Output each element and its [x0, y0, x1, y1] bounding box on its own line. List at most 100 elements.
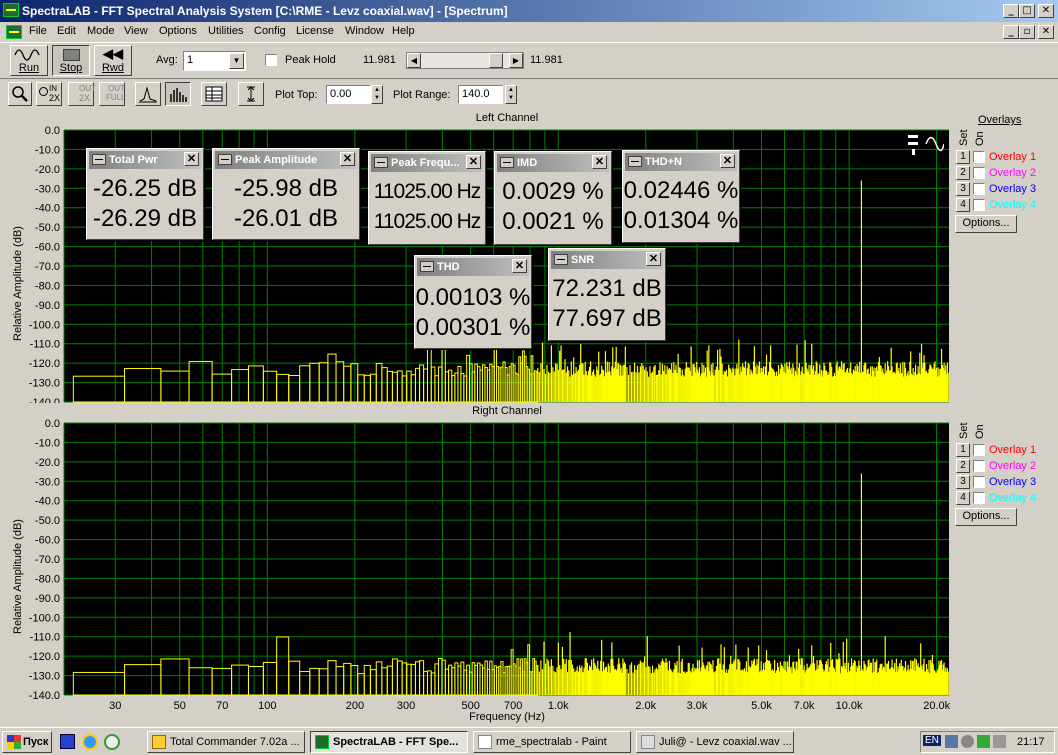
- language-indicator[interactable]: EN: [923, 735, 941, 746]
- thd-panel[interactable]: THD ✕ 0.00103 % 0.00301 %: [414, 255, 532, 349]
- peak-amplitude-panel[interactable]: Peak Amplitude ✕ -25.98 dB -26.01 dB: [212, 148, 360, 240]
- menu-help[interactable]: Help: [392, 25, 415, 37]
- on-label: On: [974, 424, 986, 439]
- child-minimize-button[interactable]: _: [1003, 25, 1019, 39]
- overlay-on-2[interactable]: [973, 167, 985, 179]
- close-icon[interactable]: ✕: [592, 155, 607, 169]
- chevron-down-icon[interactable]: ▼: [229, 53, 244, 69]
- menu-utilities[interactable]: Utilities: [208, 25, 243, 37]
- total-power-panel[interactable]: Total Pwr ✕ -26.25 dB -26.29 dB: [86, 148, 204, 240]
- child-restore-button[interactable]: ▫: [1019, 25, 1035, 39]
- menu-window[interactable]: Window: [345, 25, 384, 37]
- child-window-icon[interactable]: [6, 25, 22, 39]
- line-plot-button[interactable]: [135, 82, 161, 106]
- plot-range-spinner[interactable]: ▲ ▼: [505, 85, 517, 104]
- menu-file[interactable]: File: [29, 25, 47, 37]
- plot-top-input[interactable]: 0.00: [326, 85, 371, 104]
- y-tick-label: -80.0: [35, 280, 60, 292]
- thd-n-panel[interactable]: THD+N ✕ 0.02446 % 0.01304 %: [622, 150, 740, 243]
- meter-icon: [374, 157, 388, 168]
- overlay-set-1[interactable]: 1: [956, 443, 970, 457]
- snr-panel[interactable]: SNR ✕ 72.231 dB 77.697 dB: [548, 248, 666, 341]
- overlay-on-1[interactable]: [973, 444, 985, 456]
- overlay-set-4[interactable]: 4: [956, 491, 970, 505]
- volume-icon[interactable]: [993, 735, 1006, 748]
- scroll-thumb[interactable]: [489, 53, 504, 68]
- stop-button[interactable]: Stop: [52, 45, 90, 76]
- transport-toolbar: Run Stop ◀◀ Rwd Avg: 1 ▼ Peak Hold 11.98…: [0, 42, 1058, 78]
- close-icon[interactable]: ✕: [340, 152, 355, 166]
- data-window-button[interactable]: [201, 82, 227, 106]
- peak-frequency-panel[interactable]: Peak Frequ... ✕ 11025.00 Hz 11025.00 Hz: [368, 151, 486, 245]
- menu-config[interactable]: Config: [254, 25, 286, 37]
- close-icon[interactable]: ✕: [466, 155, 481, 169]
- y-tick-label: -30.0: [35, 476, 60, 488]
- tray-app-icon[interactable]: [961, 735, 974, 748]
- overlay-on-1[interactable]: [973, 151, 985, 163]
- overlay-on-3[interactable]: [973, 476, 985, 488]
- overlay-set-1[interactable]: 1: [956, 150, 970, 164]
- overlay-on-4[interactable]: [973, 199, 985, 211]
- right-spectrum-plot[interactable]: 0.0 -10.0 -20.0 -30.0 -40.0 -50.0 -60.0 -70.0 -8…: [0, 404, 960, 726]
- plot-top-spinner[interactable]: ▲ ▼: [371, 85, 383, 104]
- maximize-button[interactable]: □: [1019, 4, 1035, 18]
- total-power-right: -26.29 dB: [92, 205, 198, 232]
- scroll-left-icon[interactable]: ◀: [407, 53, 421, 68]
- close-icon[interactable]: ✕: [646, 252, 661, 266]
- zoom-full-button[interactable]: OUT FULL: [99, 82, 126, 106]
- overlay-on-4[interactable]: [973, 492, 985, 504]
- overlay-on-2[interactable]: [973, 460, 985, 472]
- imd-panel[interactable]: IMD ✕ 0.0029 % 0.0021 %: [494, 151, 612, 245]
- y-tick-label: -130.0: [29, 378, 60, 390]
- safe-remove-icon[interactable]: [977, 735, 990, 748]
- overlay-options-button[interactable]: Options...: [955, 215, 1017, 233]
- close-icon[interactable]: ✕: [512, 259, 527, 273]
- close-button[interactable]: ✕: [1038, 4, 1054, 18]
- overlay-set-3[interactable]: 3: [956, 182, 970, 196]
- menu-options[interactable]: Options: [159, 25, 197, 37]
- zoom-button[interactable]: [8, 82, 32, 106]
- peak-hold-checkbox[interactable]: [265, 54, 277, 66]
- close-icon[interactable]: ✕: [720, 154, 735, 168]
- x-axis-label: Frequency (Hz): [469, 711, 545, 723]
- menu-view[interactable]: View: [124, 25, 148, 37]
- rewind-button[interactable]: ◀◀ Rwd: [94, 45, 132, 76]
- menu-bar: File Edit Mode View Options Utilities Co…: [0, 22, 1058, 42]
- minimize-button[interactable]: _: [1003, 4, 1019, 18]
- menu-mode[interactable]: Mode: [87, 25, 115, 37]
- plot-range-input[interactable]: 140.0: [458, 85, 503, 104]
- overlay-set-2[interactable]: 2: [956, 459, 970, 473]
- media-player-icon[interactable]: [104, 734, 120, 750]
- zoom-out-2x-button[interactable]: OUT 2X: [68, 82, 96, 106]
- scope-mode-icon[interactable]: [904, 131, 945, 157]
- overlay-set-4[interactable]: 4: [956, 198, 970, 212]
- position-scrollbar[interactable]: ◀ ▶: [406, 52, 524, 69]
- y-tick-label: -140.0: [29, 690, 60, 702]
- app-icon[interactable]: [3, 3, 19, 17]
- overlay-on-3[interactable]: [973, 183, 985, 195]
- start-button[interactable]: Пуск: [2, 731, 52, 753]
- close-icon[interactable]: ✕: [184, 152, 199, 166]
- task-total-commander[interactable]: Total Commander 7.02a ...: [147, 731, 305, 753]
- overlay-options-button[interactable]: Options...: [955, 508, 1017, 526]
- scroll-right-icon[interactable]: ▶: [509, 53, 523, 68]
- bar-plot-button[interactable]: [165, 82, 191, 106]
- thd-n-left: 0.02446 %: [623, 177, 739, 204]
- scale-button[interactable]: [238, 82, 264, 106]
- menu-license[interactable]: License: [296, 25, 334, 37]
- task-paint[interactable]: rme_spectralab - Paint: [473, 731, 631, 753]
- overlay-set-2[interactable]: 2: [956, 166, 970, 180]
- avg-select[interactable]: 1 ▼: [183, 51, 246, 71]
- zoom-in-2x-button[interactable]: IN 2X: [36, 82, 62, 106]
- browser-icon[interactable]: [82, 734, 98, 750]
- child-close-button[interactable]: ✕: [1038, 25, 1054, 39]
- network-icon[interactable]: [945, 735, 958, 748]
- task-juli[interactable]: Juli@ - Levz coaxial.wav ...: [636, 731, 794, 753]
- y-tick-label: -140.0: [29, 397, 60, 403]
- task-spectralab[interactable]: SpectraLAB - FFT Spe...: [310, 731, 468, 753]
- y-tick-label: -50.0: [35, 222, 60, 234]
- overlay-set-3[interactable]: 3: [956, 475, 970, 489]
- save-icon[interactable]: [60, 734, 75, 749]
- menu-edit[interactable]: Edit: [57, 25, 76, 37]
- run-button[interactable]: Run: [10, 45, 48, 76]
